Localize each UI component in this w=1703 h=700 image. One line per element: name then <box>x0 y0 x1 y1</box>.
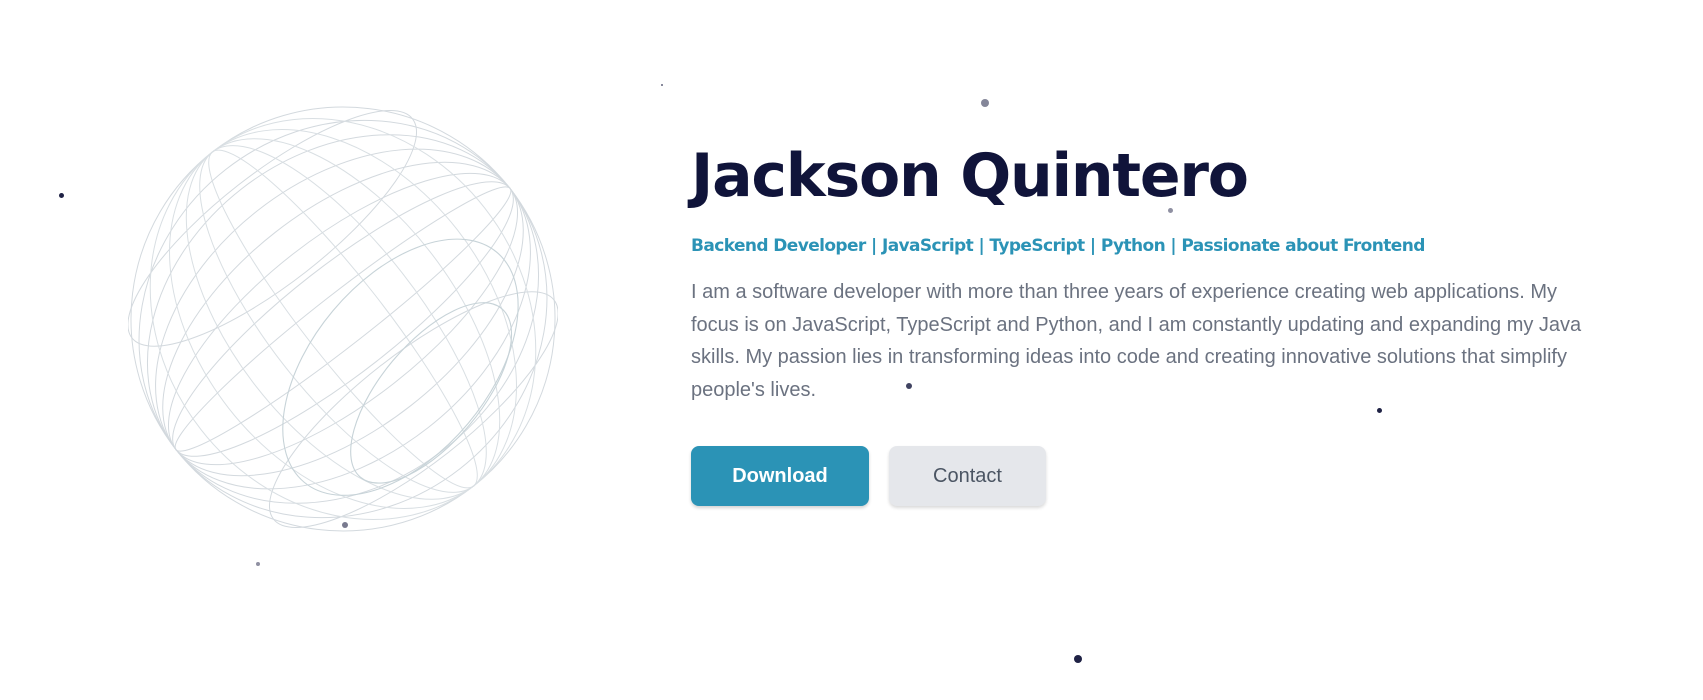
contact-button[interactable]: Contact <box>889 446 1046 506</box>
page-title: Jackson Quintero <box>691 141 1249 211</box>
hero-section: Jackson Quintero Backend Developer | Jav… <box>0 0 1703 700</box>
bio-paragraph: I am a software developer with more than… <box>691 281 1582 401</box>
particle-dot <box>342 522 348 528</box>
hero-content: Jackson Quintero Backend Developer | Jav… <box>691 134 1621 506</box>
role-tagline: Backend Developer | JavaScript | TypeScr… <box>691 236 1425 256</box>
particle-dot <box>981 99 989 107</box>
particle-dot <box>59 193 64 198</box>
wireframe-globe-icon <box>128 104 558 534</box>
particle-dot <box>256 562 260 566</box>
hero-actions: Download Contact <box>691 446 1621 506</box>
particle-dot <box>661 84 663 86</box>
particle-dot <box>1074 655 1082 663</box>
download-button[interactable]: Download <box>691 446 869 506</box>
